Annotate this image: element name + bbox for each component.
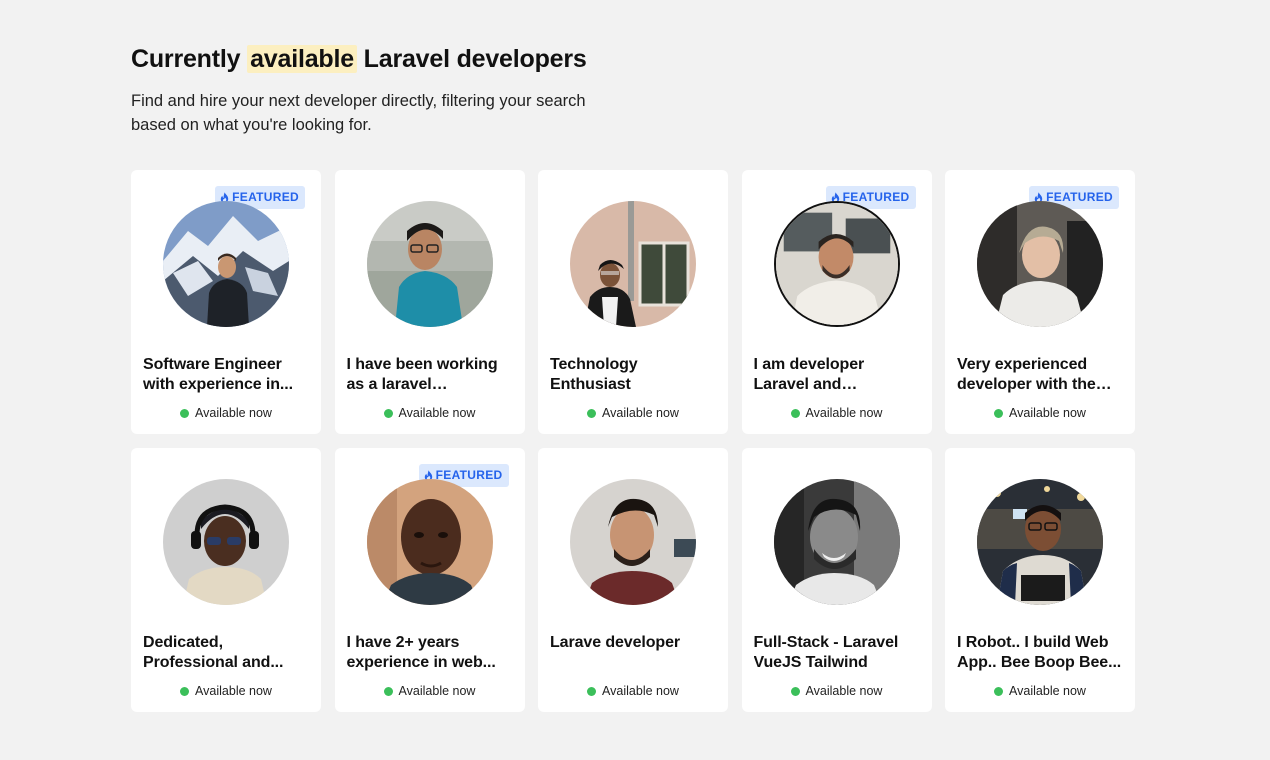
status-dot — [383, 686, 393, 696]
status-text: Available now — [1009, 406, 1086, 420]
status-text: Available now — [195, 406, 272, 420]
developer-title: Full-Stack - Laravel VueJS Tailwind — [753, 634, 899, 671]
developer-card[interactable]: Larave developer Available now — [538, 448, 728, 712]
avatar — [977, 479, 1103, 605]
status-dot — [790, 686, 800, 696]
developer-grid: FEATURED Software Engineer with experien… — [131, 170, 1135, 712]
avatar — [163, 201, 289, 327]
status-dot — [180, 686, 190, 696]
status-text: Available now — [398, 684, 476, 698]
status-text: Available now — [805, 406, 883, 420]
page-subtitle: Find and hire your next developer direct… — [131, 92, 586, 134]
main-section: Currently available Laravel developers F… — [131, 44, 1135, 712]
developer-card[interactable]: Dedicated, Professional and... Available… — [131, 448, 321, 712]
developer-title: Very experienced developer with the la..… — [957, 356, 1096, 393]
title-end: Laravel developers — [363, 45, 587, 73]
status-dot — [587, 408, 597, 418]
avatar — [570, 201, 696, 327]
status-text: Available now — [602, 684, 679, 698]
status-text: Available now — [602, 406, 679, 420]
status-dot — [790, 408, 800, 418]
developer-card[interactable]: FEATURED Software Engineer with experien… — [131, 170, 321, 434]
developer-card[interactable]: FEATURED Very experienced developer with… — [945, 170, 1135, 434]
developer-title: Software Engineer with experience in... — [143, 356, 293, 393]
status-text: Available now — [1009, 684, 1086, 698]
developer-title: Technology Enthusiast — [550, 356, 638, 393]
status-dot — [994, 408, 1004, 418]
availability-status: Available now — [335, 684, 525, 698]
availability-status: Available now — [335, 406, 525, 420]
title-highlight: available — [247, 45, 357, 73]
developer-card[interactable]: FEATURED I have 2+ years experience in w… — [334, 448, 525, 712]
developer-card[interactable]: Technology Enthusiast Available now — [538, 170, 728, 434]
developer-title: I Robot.. I build Web App.. Bee Boop Bee… — [957, 634, 1122, 671]
status-text: Available now — [195, 684, 272, 698]
avatar — [366, 479, 493, 605]
developer-title: I have 2+ years experience in web... — [346, 634, 496, 671]
title-start: Currently — [131, 45, 241, 73]
availability-status: Available now — [742, 406, 932, 420]
avatar — [366, 201, 493, 327]
status-dot — [180, 408, 190, 418]
page-title: Currently available Laravel developers — [131, 44, 1135, 74]
avatar — [163, 479, 289, 605]
developer-title: Dedicated, Professional and... — [143, 634, 284, 671]
developer-card[interactable]: Full-Stack - Laravel VueJS Tailwind Avai… — [741, 448, 932, 712]
developer-card[interactable]: FEATURED I am developer Laravel and acce… — [741, 170, 932, 434]
status-text: Available now — [805, 684, 883, 698]
avatar — [570, 479, 696, 605]
status-dot — [587, 686, 597, 696]
developer-title: I have been working as a laravel develop… — [346, 356, 498, 393]
status-dot — [994, 686, 1004, 696]
availability-status: Available now — [538, 684, 728, 698]
status-dot — [383, 408, 393, 418]
availability-status: Available now — [945, 684, 1135, 698]
availability-status: Available now — [131, 684, 321, 698]
availability-status: Available now — [742, 684, 932, 698]
developer-card[interactable]: I Robot.. I build Web App.. Bee Boop Bee… — [945, 448, 1135, 712]
availability-status: Available now — [131, 406, 321, 420]
avatar — [773, 201, 900, 327]
availability-status: Available now — [538, 406, 728, 420]
developer-card[interactable]: I have been working as a laravel develop… — [334, 170, 525, 434]
avatar — [773, 479, 900, 605]
developer-title: Larave developer — [550, 634, 681, 651]
status-text: Available now — [398, 406, 476, 420]
developer-title: I am developer Laravel and accesibility — [753, 356, 865, 393]
availability-status: Available now — [945, 406, 1135, 420]
avatar — [977, 201, 1103, 327]
